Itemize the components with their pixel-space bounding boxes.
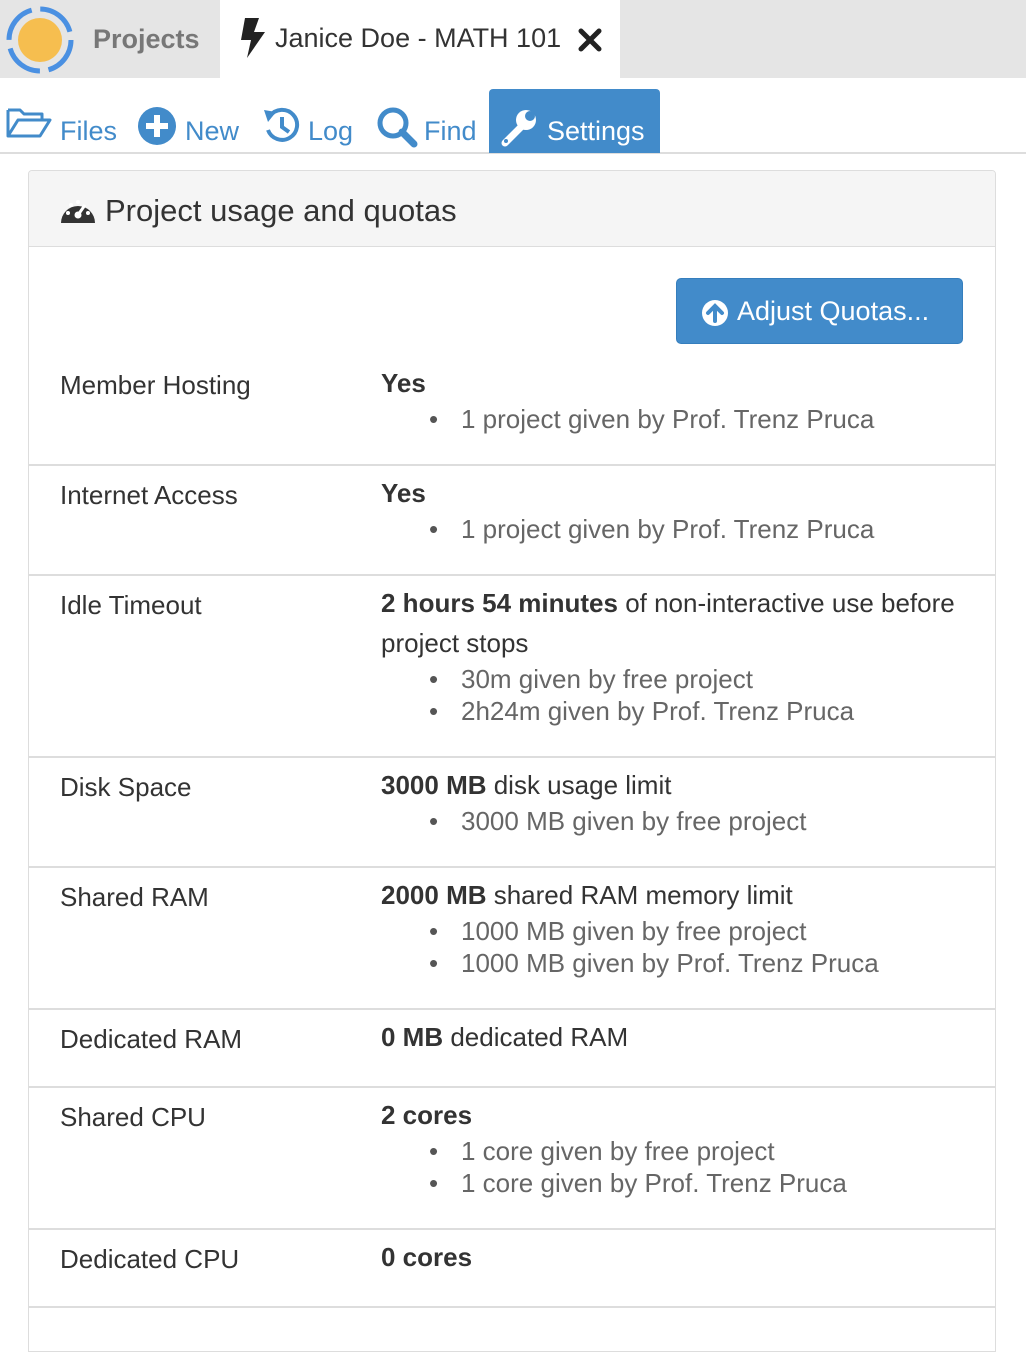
quota-source-item: 1000 MB given by free project xyxy=(381,915,961,947)
nav-files[interactable]: Files xyxy=(6,92,121,152)
nav-log[interactable]: Log xyxy=(262,92,362,152)
history-icon xyxy=(264,107,300,142)
quota-row-dedicated-ram: Dedicated RAM 0 MB dedicated RAM xyxy=(29,1010,995,1088)
quota-value-bold: 0 cores xyxy=(381,1242,473,1272)
panel-title: Project usage and quotas xyxy=(105,193,457,228)
quota-row-idle-timeout: Idle Timeout 2 hours 54 minutes of non-i… xyxy=(29,576,995,758)
quota-value: Yes 1 project given by Prof. Trenz Pruca xyxy=(381,473,961,545)
quota-value: 3000 MB disk usage limit 3000 MB given b… xyxy=(381,765,961,837)
quota-sources: 1 project given by Prof. Trenz Pruca xyxy=(381,403,961,435)
quota-source-item: 1 project given by Prof. Trenz Pruca xyxy=(381,403,961,435)
quota-value-text: dedicated RAM xyxy=(443,1022,629,1052)
quota-sources: 1 core given by free project 1 core give… xyxy=(381,1135,961,1199)
nav-settings[interactable]: Settings xyxy=(489,89,660,153)
quota-sources: 3000 MB given by free project xyxy=(381,805,961,837)
nav-files-label: Files xyxy=(60,116,118,146)
nav-find[interactable]: Find xyxy=(376,92,486,152)
quota-label: Dedicated RAM xyxy=(60,1024,243,1054)
quota-source-item: 1 project given by Prof. Trenz Pruca xyxy=(381,513,961,545)
quota-value-bold: 2 hours 54 minutes xyxy=(381,588,618,618)
bolt-icon xyxy=(241,18,265,58)
project-tab-title: Janice Doe - MATH 101 xyxy=(275,23,562,53)
quota-source-item: 2h24m given by Prof. Trenz Pruca xyxy=(381,695,961,727)
quota-value: 0 MB dedicated RAM xyxy=(381,1017,961,1057)
quota-value: 2000 MB shared RAM memory limit 1000 MB … xyxy=(381,875,961,979)
search-icon xyxy=(377,107,418,148)
folder-open-icon xyxy=(6,108,52,138)
quota-value-bold: 2000 MB xyxy=(381,880,487,910)
quota-source-item: 1000 MB given by Prof. Trenz Pruca xyxy=(381,947,961,979)
quota-value-bold: 3000 MB xyxy=(381,770,487,800)
quota-row-shared-ram: Shared RAM 2000 MB shared RAM memory lim… xyxy=(29,868,995,1010)
dashboard-gauge-icon xyxy=(61,200,95,223)
projects-tab[interactable]: Projects xyxy=(0,0,220,78)
quota-value: 2 cores 1 core given by free project 1 c… xyxy=(381,1095,961,1199)
nav-log-label: Log xyxy=(308,116,354,146)
nav-new[interactable]: New xyxy=(137,92,247,152)
arrow-circle-up-icon xyxy=(702,300,728,326)
quota-label: Disk Space xyxy=(60,772,192,802)
nav-find-label: Find xyxy=(424,116,477,146)
quota-value-bold: Yes xyxy=(381,368,426,398)
quota-row-disk-space: Disk Space 3000 MB disk usage limit 3000… xyxy=(29,758,995,868)
quota-row-member-hosting: Member Hosting Yes 1 project given by Pr… xyxy=(29,363,995,466)
panel-heading: Project usage and quotas xyxy=(29,171,995,247)
app-logo-icon xyxy=(6,6,74,74)
plus-circle-icon xyxy=(138,107,176,145)
quota-row-internet-access: Internet Access Yes 1 project given by P… xyxy=(29,466,995,576)
quota-value: 2 hours 54 minutes of non-interactive us… xyxy=(381,583,961,727)
wrench-icon xyxy=(501,110,536,147)
nav-settings-label: Settings xyxy=(547,116,645,146)
quota-label: Idle Timeout xyxy=(60,590,202,620)
quota-sources: 1000 MB given by free project 1000 MB gi… xyxy=(381,915,961,979)
quota-label: Member Hosting xyxy=(60,370,251,400)
quota-value-text: shared RAM memory limit xyxy=(486,880,793,910)
quota-value: 0 cores xyxy=(381,1237,961,1277)
usage-quotas-panel: Project usage and quotas Adjust Quotas..… xyxy=(28,170,996,1352)
quota-source-item: 1 core given by Prof. Trenz Pruca xyxy=(381,1167,961,1199)
nav-new-label: New xyxy=(185,116,240,146)
quota-label: Shared RAM xyxy=(60,882,209,912)
quota-value-bold: 0 MB xyxy=(381,1022,444,1052)
quota-value-text: disk usage limit xyxy=(486,770,672,800)
adjust-quotas-label: Adjust Quotas... xyxy=(737,296,930,326)
quota-value: Yes 1 project given by Prof. Trenz Pruca xyxy=(381,363,961,435)
projects-tab-label: Projects xyxy=(93,24,200,54)
quota-label: Dedicated CPU xyxy=(60,1244,240,1274)
quota-row-dedicated-cpu: Dedicated CPU 0 cores xyxy=(29,1230,995,1308)
top-tab-bar: Projects Janice Doe - MATH 101 xyxy=(0,0,1026,78)
adjust-quotas-button[interactable]: Adjust Quotas... xyxy=(676,278,963,344)
quota-sources: 1 project given by Prof. Trenz Pruca xyxy=(381,513,961,545)
quota-row-shared-cpu: Shared CPU 2 cores 1 core given by free … xyxy=(29,1088,995,1230)
quota-sources: 30m given by free project 2h24m given by… xyxy=(381,663,961,727)
quota-label: Shared CPU xyxy=(60,1102,206,1132)
quota-source-item: 30m given by free project xyxy=(381,663,961,695)
quota-label: Internet Access xyxy=(60,480,238,510)
close-tab-icon[interactable] xyxy=(578,28,602,52)
quota-value-bold: 2 cores xyxy=(381,1100,473,1130)
quota-source-item: 3000 MB given by free project xyxy=(381,805,961,837)
quota-source-item: 1 core given by free project xyxy=(381,1135,961,1167)
quota-value-bold: Yes xyxy=(381,478,426,508)
